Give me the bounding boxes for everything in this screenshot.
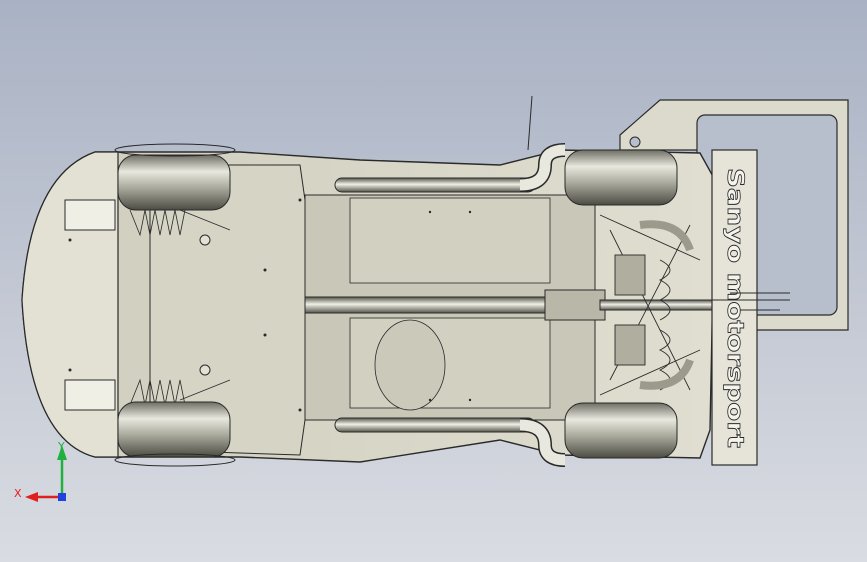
front-right-wheel: [114, 401, 236, 467]
view-orientation-triad: X Y: [14, 440, 67, 502]
triad-y-label: Y: [57, 440, 65, 453]
antenna: [527, 95, 533, 151]
rear-wing-decal: Sanyo motorsport: [722, 168, 747, 449]
car-chassis-model[interactable]: Sanyo motorsport X Y: [0, 0, 867, 562]
rear-right-wheel: [564, 402, 678, 459]
cad-viewport[interactable]: Sanyo motorsport X Y: [0, 0, 867, 562]
triad-x-label: X: [14, 487, 22, 500]
rear-left-wheel: [564, 149, 678, 206]
